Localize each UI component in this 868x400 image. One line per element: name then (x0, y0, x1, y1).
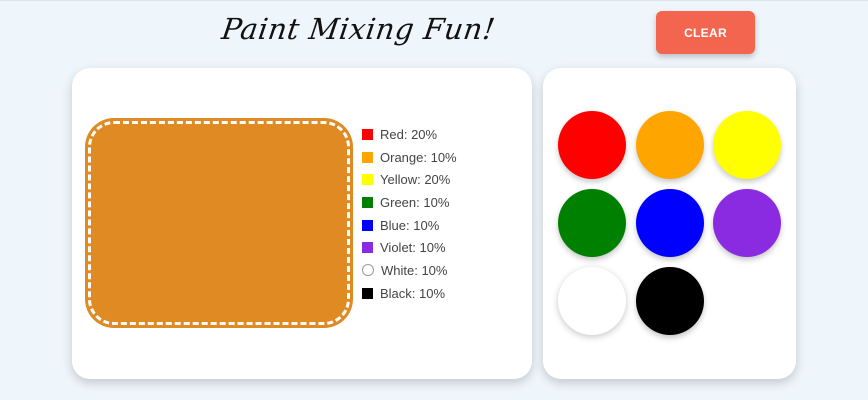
mixed-paint-swatch (88, 121, 350, 325)
paint-yellow-button[interactable] (713, 111, 781, 179)
legend-label-white: White: 10% (381, 262, 448, 278)
clear-button[interactable]: CLEAR (656, 11, 755, 54)
page-title: Paint Mixing Fun! (219, 12, 498, 46)
legend-item-yellow: Yellow: 20% (362, 168, 457, 191)
top-divider (0, 0, 868, 1)
legend-item-red: Red: 20% (362, 123, 457, 146)
paint-white-button[interactable] (558, 267, 626, 335)
legend-item-black: Black: 10% (362, 282, 457, 305)
legend-item-white: White: 10% (362, 259, 457, 282)
paint-black-button[interactable] (636, 267, 704, 335)
legend-swatch-violet (362, 242, 373, 254)
legend-swatch-white (362, 264, 374, 277)
legend-swatch-black (362, 287, 373, 299)
legend-item-blue: Blue: 10% (362, 214, 457, 237)
legend-label-blue: Blue: 10% (380, 217, 440, 233)
legend-swatch-yellow (362, 174, 373, 186)
paint-blue-button[interactable] (636, 189, 704, 257)
legend-swatch-red (362, 128, 373, 140)
paint-violet-button[interactable] (713, 189, 781, 257)
paint-green-button[interactable] (558, 189, 626, 257)
legend-label-yellow: Yellow: 20% (380, 172, 451, 188)
legend-label-green: Green: 10% (380, 194, 450, 210)
legend-label-orange: Orange: 10% (380, 149, 457, 165)
legend-item-orange: Orange: 10% (362, 146, 457, 169)
legend-label-red: Red: 20% (380, 126, 438, 142)
legend-swatch-green (362, 196, 373, 208)
legend-label-violet: Violet: 10% (380, 240, 446, 256)
legend-swatch-orange (362, 151, 373, 163)
legend-label-black: Black: 10% (380, 285, 446, 301)
legend-item-green: Green: 10% (362, 191, 457, 214)
color-ratio-legend: Red: 20% Orange: 10% Yellow: 20% Green: … (362, 123, 457, 305)
legend-swatch-blue (362, 219, 373, 231)
paint-orange-button[interactable] (636, 111, 704, 179)
legend-item-violet: Violet: 10% (362, 236, 457, 259)
paint-red-button[interactable] (558, 111, 626, 179)
